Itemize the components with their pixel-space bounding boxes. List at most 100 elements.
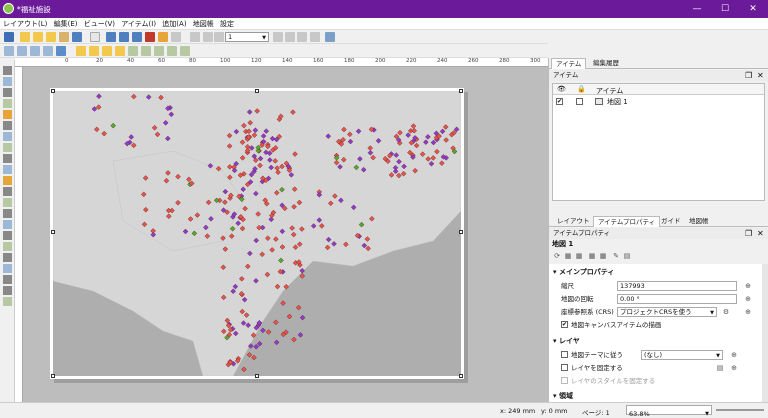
ungroup-items-icon[interactable] <box>115 46 125 56</box>
close-button[interactable]: ✕ <box>746 3 760 15</box>
layers-section[interactable]: ▾ レイヤ <box>553 336 759 346</box>
raise-items-icon[interactable] <box>128 46 138 56</box>
layout-tool-icon[interactable] <box>3 297 12 306</box>
menu-atlas[interactable]: 地図帳 <box>193 18 214 30</box>
atlas-next-icon[interactable] <box>273 32 283 42</box>
follow-theme-checkbox[interactable] <box>561 351 568 358</box>
menu-view[interactable]: ビュー(V) <box>84 18 115 30</box>
data-defined-icon[interactable]: ⊕ <box>729 363 739 373</box>
duplicate-layout-icon[interactable] <box>33 32 43 42</box>
props-scrollbar[interactable] <box>762 264 768 402</box>
menu-layout[interactable]: レイアウト(L) <box>3 18 47 30</box>
close-panel-icon[interactable]: ✕ <box>757 228 764 239</box>
lock-layers-checkbox[interactable] <box>561 364 568 371</box>
layout-tool-icon[interactable] <box>3 253 12 262</box>
resize-handle[interactable] <box>51 89 55 93</box>
layout-manager-icon[interactable] <box>46 32 56 42</box>
distribute-items-icon[interactable] <box>167 46 177 56</box>
set-extent-icon[interactable]: ▦ <box>563 251 573 261</box>
select-crs-icon[interactable]: ⚙ <box>721 307 731 317</box>
clipping-icon[interactable]: ▤ <box>622 251 632 261</box>
item-lock-checkbox[interactable] <box>576 98 583 105</box>
resize-handle[interactable] <box>255 374 259 378</box>
zoom-full-icon[interactable] <box>43 46 53 56</box>
refresh-icon[interactable] <box>56 46 66 56</box>
align-items-icon[interactable] <box>154 46 164 56</box>
resize-handle[interactable] <box>459 230 463 234</box>
tab-undo-history[interactable]: 編集履歴 <box>589 58 623 69</box>
layout-tool-icon[interactable] <box>3 66 12 75</box>
lower-items-icon[interactable] <box>141 46 151 56</box>
list-item[interactable]: ✔ 地図 1 <box>553 97 764 107</box>
resize-handle[interactable] <box>51 374 55 378</box>
zoom-slider[interactable] <box>716 409 764 411</box>
group-items-icon[interactable] <box>102 46 112 56</box>
zoom-out-icon[interactable] <box>17 46 27 56</box>
zoom-in-icon[interactable] <box>4 46 14 56</box>
tab-item-properties[interactable]: アイテムプロパティ <box>593 216 661 227</box>
layout-tool-icon[interactable] <box>3 209 12 218</box>
layout-tool-icon[interactable] <box>3 110 12 119</box>
atlas-export-icon[interactable] <box>310 32 320 42</box>
undo-icon[interactable] <box>158 32 168 42</box>
zoom-actual-icon[interactable] <box>30 46 40 56</box>
redo-icon[interactable] <box>171 32 181 42</box>
bookmark-icon[interactable]: ▦ <box>598 251 608 261</box>
layout-tool-icon[interactable] <box>3 77 12 86</box>
refresh-icon[interactable]: ⟳ <box>552 251 562 261</box>
print-icon[interactable] <box>106 32 116 42</box>
atlas-page-select[interactable]: 1 ▼ <box>225 32 269 42</box>
minimize-button[interactable]: — <box>690 3 704 15</box>
layout-tool-icon[interactable] <box>3 242 12 251</box>
lock-items-icon[interactable] <box>76 46 86 56</box>
close-panel-icon[interactable]: ✕ <box>757 70 764 81</box>
layout-tool-icon[interactable] <box>3 187 12 196</box>
new-layout-icon[interactable] <box>20 32 30 42</box>
data-defined-icon[interactable]: ⊕ <box>743 307 753 317</box>
layout-tool-icon[interactable] <box>3 121 12 130</box>
crs-select[interactable]: プロジェクトCRSを使う ▼ <box>617 307 717 317</box>
extent-section[interactable]: ▾ 領域 <box>553 391 759 401</box>
layout-tool-icon[interactable] <box>3 198 12 207</box>
atlas-settings-icon[interactable] <box>325 32 335 42</box>
map-theme-select[interactable]: (なし) ▼ <box>641 350 723 360</box>
layers-icon[interactable]: ▤ <box>715 363 725 373</box>
export-svg-icon[interactable] <box>132 32 142 42</box>
resize-handle[interactable] <box>255 89 259 93</box>
move-content-icon[interactable]: ▦ <box>587 251 597 261</box>
maximize-button[interactable]: ☐ <box>718 3 732 15</box>
unlock-items-icon[interactable] <box>89 46 99 56</box>
zoom-select[interactable]: 63.8% ▼ <box>626 405 712 418</box>
scale-input[interactable]: 137993 <box>617 281 737 291</box>
float-panel-icon[interactable]: ❐ <box>745 70 752 81</box>
data-defined-icon[interactable]: ⊕ <box>743 294 753 304</box>
item-visible-checkbox[interactable]: ✔ <box>556 98 563 105</box>
resize-handle[interactable] <box>459 89 463 93</box>
data-defined-icon[interactable]: ⊕ <box>743 281 753 291</box>
layout-tool-icon[interactable] <box>3 88 12 97</box>
view-extent-icon[interactable]: ▦ <box>574 251 584 261</box>
export-image-icon[interactable] <box>119 32 129 42</box>
tab-guides[interactable]: ガイド <box>657 216 685 227</box>
lock-styles-checkbox[interactable] <box>561 377 568 384</box>
menu-edit[interactable]: 編集(E) <box>54 18 78 30</box>
layout-tool-icon[interactable] <box>3 176 12 185</box>
atlas-last-icon[interactable] <box>285 32 295 42</box>
menu-item[interactable]: アイテム(I) <box>121 18 156 30</box>
atlas-previous-icon[interactable] <box>214 32 224 42</box>
save-template-icon[interactable] <box>72 32 82 42</box>
layout-canvas[interactable] <box>23 67 548 402</box>
resize-items-icon[interactable] <box>180 46 190 56</box>
layout-tool-icon[interactable] <box>3 231 12 240</box>
main-properties-section[interactable]: ▾ メインプロパティ <box>553 267 759 277</box>
menu-add[interactable]: 追加(A) <box>162 18 186 30</box>
layout-tool-icon[interactable] <box>3 143 12 152</box>
atlas-first-icon[interactable] <box>203 32 213 42</box>
tab-layout[interactable]: レイアウト <box>553 216 594 227</box>
layout-tool-icon[interactable] <box>3 286 12 295</box>
resize-handle[interactable] <box>459 374 463 378</box>
layout-tool-icon[interactable] <box>3 154 12 163</box>
layout-tool-icon[interactable] <box>3 220 12 229</box>
menu-settings[interactable]: 設定 <box>220 18 234 30</box>
layout-tool-icon[interactable] <box>3 275 12 284</box>
